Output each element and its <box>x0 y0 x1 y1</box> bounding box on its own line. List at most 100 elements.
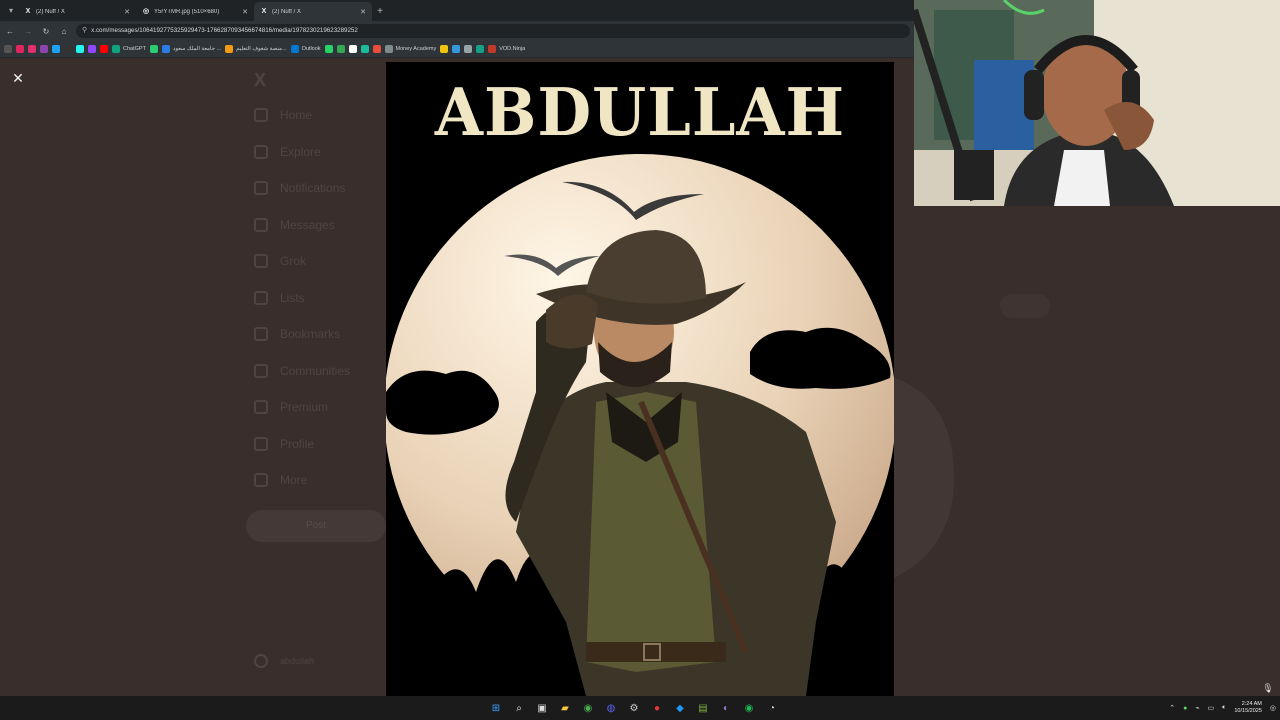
nav-faded-icon <box>254 108 268 122</box>
bookmark-favicon-icon <box>488 45 497 53</box>
reload-icon[interactable]: ↻ <box>40 25 52 37</box>
bookmark-favicon-icon <box>384 45 393 53</box>
tab-search-icon[interactable]: ▾ <box>4 0 18 21</box>
terminal-icon[interactable]: ▤ <box>695 700 711 716</box>
bookmark-item[interactable] <box>16 45 24 53</box>
image-icon: ◎ <box>142 7 150 15</box>
nav-faded-icon <box>254 290 268 305</box>
ghost-nav-label: Messages <box>280 217 335 232</box>
volume-icon[interactable]: 🔈︎ <box>1222 704 1226 712</box>
chevron-up-icon[interactable]: ⌃ <box>1169 704 1175 712</box>
tab-bar: ▾ X (2) Nuff / X ✕ ◎ Y5rYTMR.jpg (510×68… <box>0 0 914 21</box>
ghost-nav-item: Premium <box>254 400 328 414</box>
ghost-nav-label: Home <box>280 108 313 122</box>
bookmark-item[interactable] <box>52 45 60 53</box>
bookmark-favicon-icon <box>100 45 108 53</box>
usb-icon[interactable]: ⌁ <box>1195 704 1199 712</box>
bookmark-item[interactable] <box>28 45 36 53</box>
app-red-icon[interactable]: ● <box>649 700 665 716</box>
search-icon[interactable]: ⌕ <box>511 700 527 716</box>
back-icon[interactable]: ← <box>4 25 16 37</box>
tab-1[interactable]: X (2) Nuff / X ✕ <box>18 2 136 21</box>
bookmark-favicon-icon <box>324 45 333 53</box>
bookmark-item[interactable] <box>76 45 84 53</box>
bookmark-favicon-icon <box>452 45 461 53</box>
ghost-nav-item: Home <box>254 108 312 122</box>
bookmark-item[interactable]: Money Academy <box>384 45 436 53</box>
obs-icon[interactable]: ◐ <box>718 700 734 716</box>
x-logo-faded-icon: X <box>254 70 267 90</box>
media-image[interactable]: ABDULLAH <box>386 62 894 696</box>
tab-3-active[interactable]: X (2) Nuff / X ✕ <box>254 2 372 21</box>
nav-faded-icon <box>254 254 268 268</box>
bookmark-item[interactable] <box>149 45 158 53</box>
ghost-nav-item: Explore <box>254 144 321 159</box>
bookmark-item[interactable] <box>452 45 461 53</box>
close-tab-icon[interactable]: ✕ <box>360 8 366 16</box>
chrome-icon[interactable]: ◉ <box>580 700 596 716</box>
discord-icon[interactable]: ◍ <box>603 700 619 716</box>
bookmark-item[interactable] <box>100 45 108 53</box>
ghost-nav-label: Grok <box>280 254 307 268</box>
bookmark-favicon-icon <box>161 45 170 53</box>
network-icon[interactable]: ▭ <box>1208 704 1215 712</box>
url-field[interactable]: ⚲ x.com/messages/1064192775325929473-176… <box>76 24 910 38</box>
tab-title: (2) Nuff / X <box>36 8 65 15</box>
home-icon[interactable]: ⌂ <box>58 25 70 37</box>
steam-icon[interactable]: ◔ <box>764 700 780 716</box>
bookmark-item[interactable] <box>88 45 96 53</box>
bookmark-item[interactable] <box>64 45 72 53</box>
bookmark-label: Outlook <box>301 46 321 52</box>
close-tab-icon[interactable]: ✕ <box>242 8 248 16</box>
ghost-nav-item: More <box>254 473 307 487</box>
file-explorer-icon[interactable]: ▰ <box>557 700 573 716</box>
bookmark-item[interactable]: Outlook <box>290 45 321 53</box>
windows-start-icon[interactable]: ⊞ <box>488 700 504 716</box>
clock[interactable]: 2:24 AM 10/15/2025 <box>1234 701 1262 715</box>
webcam-feed <box>914 0 1280 206</box>
ghost-nav-label: Premium <box>280 400 329 414</box>
app-blue-icon[interactable]: ◆ <box>672 700 688 716</box>
forward-icon[interactable]: → <box>22 25 34 37</box>
apps-icon[interactable] <box>4 45 12 53</box>
tab-2[interactable]: ◎ Y5rYTMR.jpg (510×680) ✕ <box>136 2 254 21</box>
nav-faded-icon <box>254 144 268 159</box>
ghost-nav-label: Communities <box>280 363 351 378</box>
mic-tray-icon[interactable]: ● <box>1183 705 1187 712</box>
bookmark-item[interactable] <box>40 45 48 53</box>
spotify-icon[interactable]: ◉ <box>741 700 757 716</box>
ghost-nav-item: Lists <box>254 290 305 305</box>
bookmark-label: منصة شغوف التعليم... <box>236 46 287 52</box>
bookmark-favicon-icon <box>440 45 449 53</box>
bookmark-item[interactable]: جامعة الملك سعود ... <box>161 45 222 53</box>
x-logo-icon: X <box>261 7 267 15</box>
bookmark-favicon-icon <box>52 45 60 53</box>
bookmark-item[interactable]: VOD.Ninja <box>488 45 525 53</box>
bookmark-item[interactable] <box>464 45 473 53</box>
bookmark-favicon-icon <box>348 45 357 53</box>
bookmark-label: ChatGPT <box>123 46 146 52</box>
bookmark-favicon-icon <box>28 45 36 53</box>
bookmark-label: جامعة الملك سعود ... <box>172 46 222 52</box>
settings-icon[interactable]: ⚙ <box>626 700 642 716</box>
bookmark-item[interactable] <box>440 45 449 53</box>
ghost-nav-label: More <box>280 473 308 487</box>
bookmark-item[interactable]: منصة شغوف التعليم... <box>225 45 287 53</box>
microphone-icon: 🎙︎ <box>1262 683 1274 693</box>
close-icon[interactable]: ✕ <box>10 70 26 86</box>
bookmark-item[interactable] <box>336 45 345 53</box>
close-tab-icon[interactable]: ✕ <box>124 8 130 16</box>
bookmark-item[interactable]: ChatGPT <box>112 45 146 53</box>
site-info-icon[interactable]: ⚲ <box>82 24 87 38</box>
bookmark-item[interactable] <box>476 45 485 53</box>
task-view-icon[interactable]: ▣ <box>534 700 550 716</box>
bookmark-item[interactable] <box>372 45 381 53</box>
notifications-icon[interactable]: ◎ <box>1270 704 1276 712</box>
new-tab-button[interactable]: + <box>372 2 388 21</box>
bookmark-item[interactable] <box>324 45 333 53</box>
bookmark-item[interactable] <box>348 45 357 53</box>
ghost-nav-item: Communities <box>254 363 351 378</box>
bookmark-item[interactable] <box>360 45 369 53</box>
bookmark-favicon-icon <box>464 45 473 53</box>
faded-right-art <box>894 378 954 578</box>
